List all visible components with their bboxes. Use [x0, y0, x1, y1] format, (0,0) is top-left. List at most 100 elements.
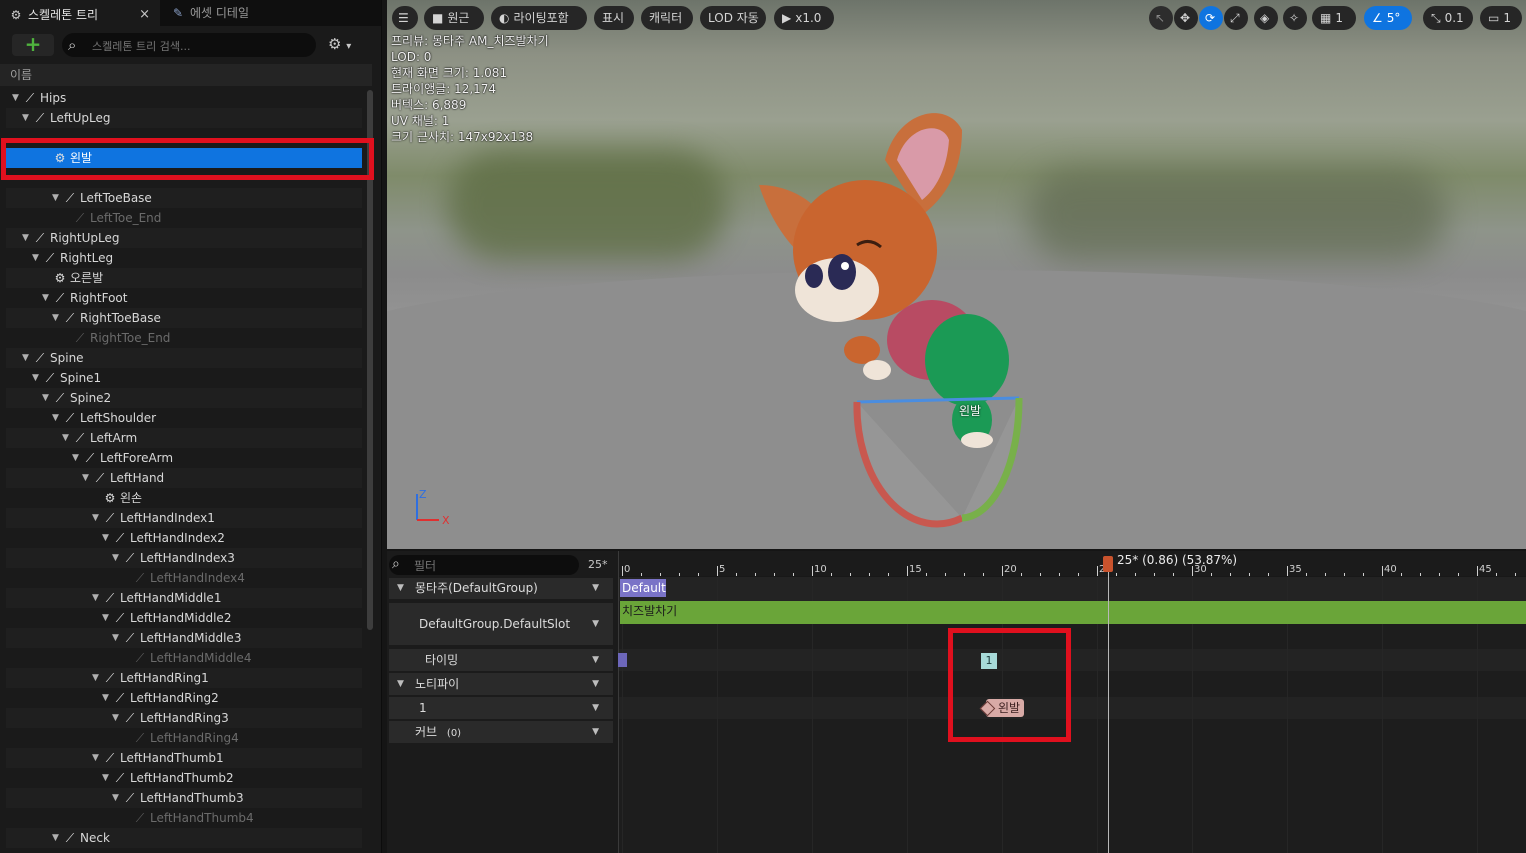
scale-snap-button[interactable]: ⤡ 0.1: [1423, 6, 1473, 30]
tree-bone-row[interactable]: ▼ ⟋ LeftHandMiddle3: [6, 628, 362, 648]
tree-bone-row[interactable]: ⟋ LeftHandRing4: [6, 728, 362, 748]
time-ruler[interactable]: 051015202530354045: [618, 551, 1526, 576]
camera-speed-button[interactable]: ▭ 1: [1480, 6, 1522, 30]
dropdown-arrow-icon[interactable]: ▼: [592, 697, 599, 719]
tree-bone-row[interactable]: ▼ ⟋ Hips: [6, 88, 362, 108]
expand-arrow-icon[interactable]: ▼: [112, 708, 122, 728]
tree-bone-row[interactable]: ⟋ LeftHandIndex4: [6, 568, 362, 588]
rotate-tool-icon[interactable]: ⟳: [1199, 6, 1223, 30]
expand-arrow-icon[interactable]: ▼: [112, 788, 122, 808]
tree-bone-row[interactable]: ▼ ⟋ LeftHandRing1: [6, 668, 362, 688]
tree-bone-row[interactable]: ▼ ⟋ Spine: [6, 348, 362, 368]
lod-button[interactable]: LOD 자동: [700, 6, 766, 30]
tree-bone-row[interactable]: ▼ ⟋ LeftHandIndex3: [6, 548, 362, 568]
expand-arrow-icon[interactable]: ▼: [92, 588, 102, 608]
tab-skeleton-tree[interactable]: ⚙ 스켈레톤 트리 ×: [0, 0, 160, 26]
tree-bone-row[interactable]: ⟋ LeftHandThumb4: [6, 808, 362, 828]
surface-snap-icon[interactable]: ✧: [1283, 6, 1307, 30]
tree-bone-row[interactable]: ▼ ⟋ LeftHandIndex1: [6, 508, 362, 528]
track-notify-1[interactable]: 1 ▼: [389, 697, 613, 719]
track-notifies[interactable]: ▼ 노티파이 ▼: [389, 673, 613, 695]
dropdown-arrow-icon[interactable]: ▼: [592, 578, 599, 599]
expand-arrow-icon[interactable]: ▼: [62, 428, 72, 448]
expand-arrow-icon[interactable]: ▼: [52, 828, 62, 848]
expand-arrow-icon[interactable]: ▼: [52, 188, 62, 208]
scale-tool-icon[interactable]: ⤢: [1224, 6, 1248, 30]
character-button[interactable]: 캐릭터: [641, 6, 693, 30]
tree-bone-row[interactable]: ▼ ⟋ LeftForeArm: [6, 448, 362, 468]
show-button[interactable]: 표시: [594, 6, 634, 30]
expand-arrow-icon[interactable]: ▼: [32, 248, 42, 268]
tab-asset-details[interactable]: ✎ 에셋 디테일: [162, 0, 302, 26]
tree-bone-row[interactable]: ▼ ⟋ LeftHandMiddle1: [6, 588, 362, 608]
tree-bone-row[interactable]: ▼ ⟋ LeftHandMiddle2: [6, 608, 362, 628]
expand-arrow-icon[interactable]: ▼: [32, 368, 42, 388]
preview-viewport[interactable]: ☰ ■ 원근 ◐ 라이팅포함 표시 캐릭터 LOD 자동 ▶ x1.0 ↖ ✥ ⟳ ⤢…: [387, 0, 1526, 549]
track-slot[interactable]: DefaultGroup.DefaultSlot ▼: [389, 603, 613, 645]
filter-input[interactable]: [412, 555, 576, 577]
scrubber-handle[interactable]: [1103, 556, 1113, 572]
expand-arrow-icon[interactable]: ▼: [42, 388, 52, 408]
tree-bone-row[interactable]: ▼ ⟋ LeftHandIndex2: [6, 528, 362, 548]
expand-arrow-icon[interactable]: ▼: [92, 748, 102, 768]
expand-arrow-icon[interactable]: ▼: [42, 288, 52, 308]
tree-bone-row[interactable]: ▼ ⟋ RightLeg: [6, 248, 362, 268]
translate-tool-icon[interactable]: ✥: [1174, 6, 1198, 30]
expand-arrow-icon[interactable]: ▼: [92, 508, 102, 528]
tree-bone-row[interactable]: ▼ ⟋ Spine2: [6, 388, 362, 408]
play-speed-button[interactable]: ▶ x1.0: [774, 6, 834, 30]
section-default[interactable]: Default: [620, 579, 666, 597]
dropdown-arrow-icon[interactable]: ▼: [592, 649, 599, 671]
tree-bone-row[interactable]: ⟋ LeftToe_End: [6, 208, 362, 228]
tree-bone-row[interactable]: ▼ ⟋ LeftHand: [6, 468, 362, 488]
select-tool-icon[interactable]: ↖: [1149, 6, 1173, 30]
expand-arrow-icon[interactable]: ▼: [82, 468, 92, 488]
hamburger-menu-icon[interactable]: ☰: [392, 6, 418, 30]
add-button[interactable]: +: [12, 34, 54, 56]
dropdown-arrow-icon[interactable]: ▼: [592, 603, 599, 645]
tree-bone-row[interactable]: ▼ ⟋ LeftToeBase: [6, 188, 362, 208]
tree-socket-row[interactable]: ⚙ 오른발: [6, 268, 362, 288]
tree-bone-row[interactable]: ▼ ⟋ RightToeBase: [6, 308, 362, 328]
tree-bone-row[interactable]: ⟋ RightToe_End: [6, 328, 362, 348]
expand-arrow-icon[interactable]: ▼: [102, 528, 112, 548]
tree-socket-row[interactable]: ⚙ 왼손: [6, 488, 362, 508]
expand-arrow-icon[interactable]: ▼: [72, 448, 82, 468]
expand-arrow-icon[interactable]: ▼: [52, 308, 62, 328]
tree-bone-row[interactable]: ▼ ⟋ LeftHandRing2: [6, 688, 362, 708]
dropdown-arrow-icon[interactable]: ▼: [592, 721, 599, 743]
coordinate-space-icon[interactable]: ◈: [1254, 6, 1278, 30]
tree-bone-row[interactable]: ▼ ⟋ LeftHandRing3: [6, 708, 362, 728]
expand-arrow-icon[interactable]: ▼: [112, 548, 122, 568]
expand-arrow-icon[interactable]: ▼: [102, 608, 112, 628]
expand-arrow-icon[interactable]: ▼: [52, 408, 62, 428]
tree-bone-row[interactable]: ▼ ⟋ RightFoot: [6, 288, 362, 308]
montage-clip[interactable]: 치즈발차기: [620, 601, 1526, 624]
dropdown-arrow-icon[interactable]: ▼: [592, 673, 599, 695]
tree-bone-row[interactable]: ▼ ⟋ RightUpLeg: [6, 228, 362, 248]
settings-button[interactable]: ⚙ ▾: [328, 35, 364, 55]
close-icon[interactable]: ×: [139, 2, 150, 28]
view-mode-button[interactable]: ■ 원근: [424, 6, 484, 30]
expand-arrow-icon[interactable]: ▼: [22, 228, 32, 248]
expand-arrow-icon[interactable]: ▼: [22, 348, 32, 368]
tree-bone-row[interactable]: ▼ ⟋ LeftHandThumb1: [6, 748, 362, 768]
track-montage-group[interactable]: ▼ 몽타주(DefaultGroup) ▼: [389, 578, 613, 599]
tree-bone-row[interactable]: ⟋ LeftHandMiddle4: [6, 648, 362, 668]
tree-bone-row[interactable]: ▼ ⟋ LeftShoulder: [6, 408, 362, 428]
expand-arrow-icon[interactable]: ▼: [102, 768, 112, 788]
tree-bone-row[interactable]: ▼ ⟋ LeftHandThumb3: [6, 788, 362, 808]
expand-arrow-icon[interactable]: ▼: [112, 628, 122, 648]
track-curves[interactable]: 커브 (0) ▼: [389, 721, 613, 743]
expand-arrow-icon[interactable]: ▼: [22, 108, 32, 128]
tree-bone-row[interactable]: ▼ ⟋ LeftArm: [6, 428, 362, 448]
expand-arrow-icon[interactable]: ▼: [102, 688, 112, 708]
tree-bone-row[interactable]: ▼ ⟋ Neck: [6, 828, 362, 848]
expand-arrow-icon[interactable]: ▼: [92, 668, 102, 688]
tree-bone-row[interactable]: ▼ ⟋ LeftUpLeg: [6, 108, 362, 128]
grid-snap-button[interactable]: ▦ 1: [1312, 6, 1356, 30]
tree-bone-row[interactable]: ▼ ⟋ Spine1: [6, 368, 362, 388]
track-timing[interactable]: 타이밍 ▼: [389, 649, 613, 671]
tree-bone-row[interactable]: ▼ ⟋ LeftHandThumb2: [6, 768, 362, 788]
rotation-snap-button[interactable]: ∠ 5°: [1364, 6, 1412, 30]
